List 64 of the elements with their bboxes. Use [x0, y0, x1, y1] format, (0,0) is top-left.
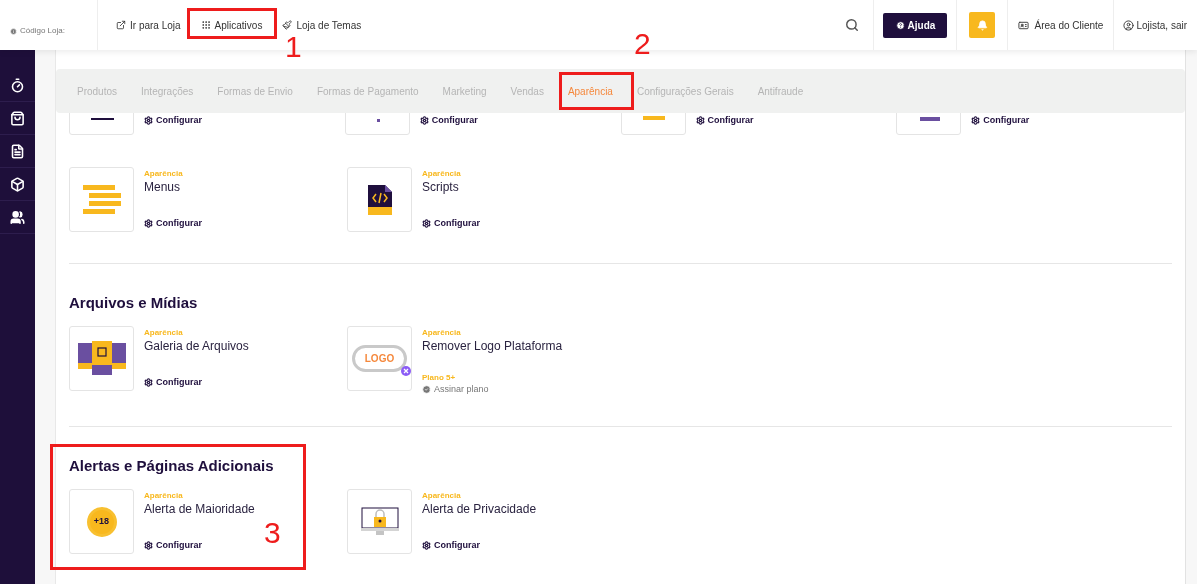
client-area-link[interactable]: Área do Cliente	[1018, 17, 1104, 33]
people-icon[interactable]	[10, 209, 25, 225]
external-link-icon	[116, 20, 126, 30]
configure-link[interactable]: Configurar	[422, 217, 480, 229]
configure-link[interactable]: Configurar	[144, 114, 202, 126]
configure-link[interactable]: Configurar	[144, 539, 255, 551]
id-card-icon	[1018, 19, 1030, 31]
gear-icon	[144, 218, 153, 228]
cube-icon[interactable]	[10, 176, 25, 192]
user-link[interactable]: Lojista, sair	[1123, 17, 1187, 33]
help-button[interactable]: Ajuda	[883, 12, 948, 38]
configure-link[interactable]: Configurar	[422, 539, 537, 551]
app-name: Menus	[144, 179, 182, 195]
file-types-icon	[77, 340, 126, 377]
step-number: 1	[285, 32, 302, 62]
brush-icon	[282, 20, 293, 30]
section-title: Alertas e Páginas Adicionais	[69, 457, 275, 475]
menu-lines-icon	[82, 184, 121, 215]
document-icon[interactable]	[10, 143, 25, 159]
gear-icon	[144, 115, 153, 125]
category-label: Aparência	[422, 491, 462, 501]
user-icon	[1123, 19, 1135, 31]
grid-icon	[200, 20, 211, 30]
configure-link[interactable]: Configurar	[419, 114, 478, 126]
bell-icon	[977, 19, 988, 31]
gear-icon	[422, 218, 431, 228]
category-label: Aparência	[144, 491, 184, 501]
app-name: Alerta de Maioridade	[144, 501, 255, 517]
category-label: Aparência	[422, 328, 462, 338]
app-name: Galeria de Arquivos	[144, 338, 249, 354]
subscribe-link[interactable]: Assinar plano	[422, 383, 563, 395]
bag-icon[interactable]	[10, 110, 25, 126]
step-number: 3	[264, 518, 281, 548]
gear-icon	[419, 115, 429, 125]
gear-icon	[144, 540, 153, 550]
configure-link[interactable]: Configurar	[144, 217, 202, 229]
timer-icon[interactable]	[10, 77, 25, 93]
section-title: Arquivos e Mídias	[69, 294, 199, 312]
help-icon	[895, 20, 905, 30]
app-name: Alerta de Privacidade	[422, 501, 537, 517]
app-name: Remover Logo Plataforma	[422, 338, 563, 354]
category-label: Aparência	[144, 328, 184, 338]
search-icon[interactable]	[845, 18, 860, 32]
plan-label: Plano 5+	[422, 373, 457, 383]
configure-link[interactable]: Configurar	[971, 114, 1030, 126]
configure-link[interactable]: Configurar	[144, 376, 249, 388]
gear-icon	[971, 115, 981, 125]
category-label: Aparência	[144, 169, 184, 179]
age-badge: +18	[86, 506, 117, 537]
info-icon	[10, 27, 17, 35]
gear-icon	[422, 540, 431, 550]
gear-icon	[144, 377, 153, 387]
check-circle-icon	[422, 384, 431, 394]
configure-link[interactable]: Configurar	[695, 114, 754, 126]
category-label: Aparência	[422, 169, 462, 179]
nav-link[interactable]: Aplicativos	[200, 17, 263, 33]
code-file-icon	[367, 184, 392, 215]
step-number: 2	[634, 29, 651, 59]
nav-link[interactable]: Loja de Temas	[282, 17, 362, 33]
store-code-label: Código Loja:	[10, 25, 65, 37]
gear-icon	[695, 115, 705, 125]
monitor-lock-icon	[360, 506, 399, 537]
app-name: Scripts	[422, 179, 460, 195]
nav-link[interactable]: Ir para Loja	[116, 17, 181, 33]
